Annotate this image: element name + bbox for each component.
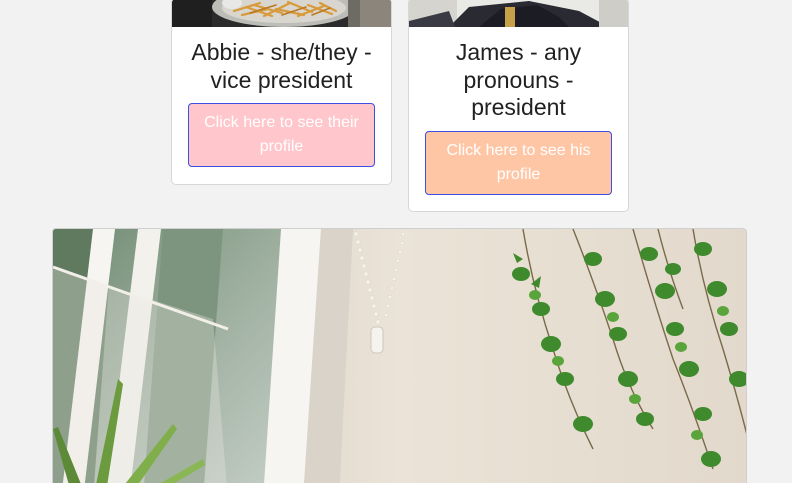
james-photo bbox=[409, 0, 628, 27]
team-card-abbie: Abbie - she/they - vice president Click … bbox=[171, 0, 392, 185]
james-card-body: James - any pronouns - president Click h… bbox=[409, 39, 628, 195]
abbie-card-body: Abbie - she/they - vice president Click … bbox=[172, 39, 391, 167]
team-card-james: James - any pronouns - president Click h… bbox=[408, 0, 629, 212]
card-title: James - any pronouns - president bbox=[455, 39, 582, 120]
hero-image-window-plants bbox=[52, 228, 747, 483]
see-james-profile-button[interactable]: Click here to see his profile bbox=[425, 130, 612, 195]
card-title: Abbie - she/they - vice president bbox=[191, 39, 372, 93]
abbie-photo bbox=[172, 0, 391, 27]
page: Abbie - she/they - vice president Click … bbox=[0, 0, 792, 483]
see-abbie-profile-button[interactable]: Click here to see their profile bbox=[188, 103, 375, 167]
